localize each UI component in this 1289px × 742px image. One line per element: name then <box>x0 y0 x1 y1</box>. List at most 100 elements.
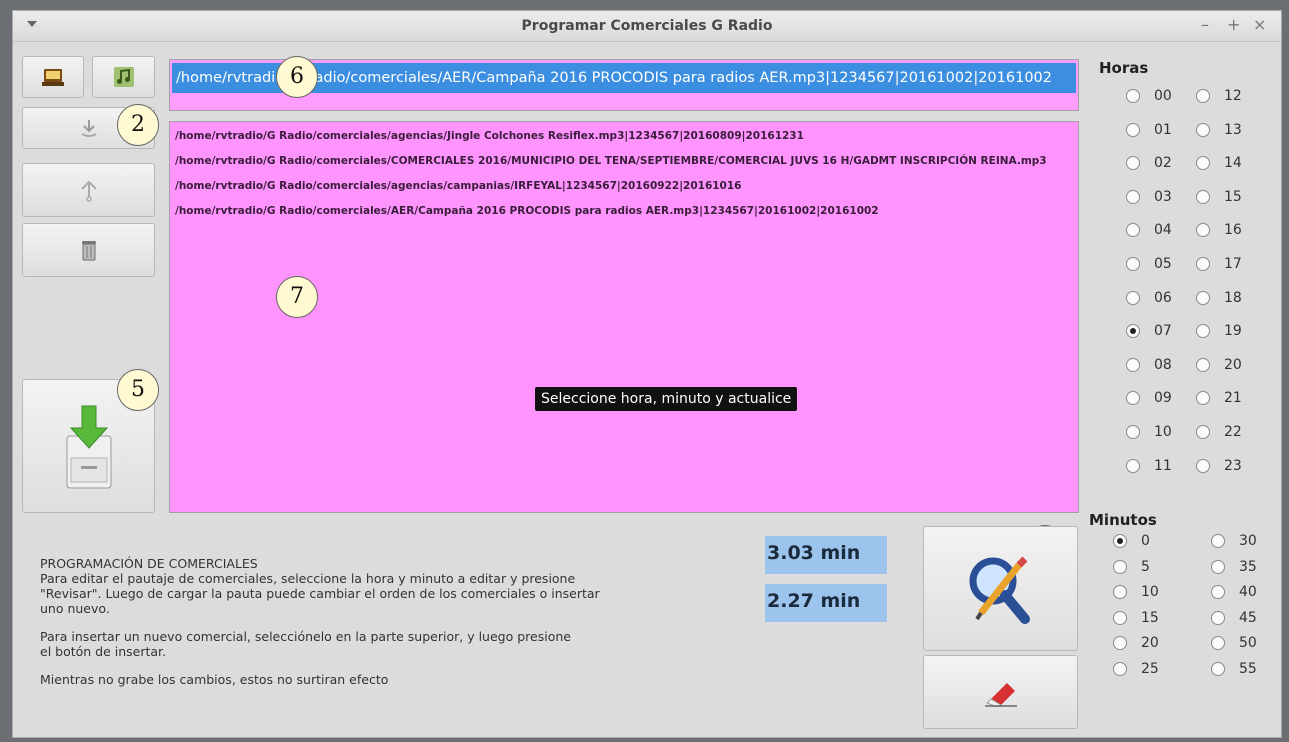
hour-radio-16[interactable]: 16 <box>1196 222 1242 238</box>
radio-indicator[interactable] <box>1113 585 1127 599</box>
hour-radio-18[interactable]: 18 <box>1196 290 1242 306</box>
radio-indicator[interactable] <box>1126 122 1140 137</box>
radio-indicator[interactable] <box>1113 534 1127 548</box>
radio-indicator[interactable] <box>1126 290 1140 305</box>
hour-radio-09[interactable]: 09 <box>1126 390 1172 406</box>
radio-indicator[interactable] <box>1196 122 1210 137</box>
radio-indicator[interactable] <box>1113 661 1127 676</box>
hour-radio-12[interactable]: 12 <box>1196 88 1242 104</box>
clear-button[interactable] <box>923 655 1078 729</box>
hour-radio-10[interactable]: 10 <box>1126 424 1172 440</box>
radio-indicator[interactable] <box>1196 425 1210 439</box>
radio-indicator[interactable] <box>1211 559 1225 574</box>
radio-indicator[interactable] <box>1211 610 1225 625</box>
radio-indicator[interactable] <box>1126 425 1140 439</box>
radio-label: 30 <box>1239 533 1257 549</box>
hour-radio-13[interactable]: 13 <box>1196 122 1242 138</box>
radio-indicator[interactable] <box>1196 391 1210 406</box>
minute-radio-35[interactable]: 35 <box>1211 559 1257 575</box>
radio-indicator[interactable] <box>1196 357 1210 372</box>
hour-radio-21[interactable]: 21 <box>1196 390 1242 406</box>
radio-indicator[interactable] <box>1211 661 1225 676</box>
delete-button[interactable] <box>22 223 155 277</box>
radio-indicator[interactable] <box>1196 257 1210 271</box>
radio-label: 04 <box>1154 222 1172 239</box>
music-file-button[interactable] <box>92 56 155 98</box>
radio-indicator[interactable] <box>1126 357 1140 372</box>
radio-indicator[interactable] <box>1196 189 1210 204</box>
open-folder-button[interactable] <box>22 56 84 98</box>
hour-radio-01[interactable]: 01 <box>1126 122 1172 138</box>
schedule-list[interactable]: /home/rvtradio/G Radio/comerciales/agenc… <box>169 121 1079 513</box>
radio-indicator[interactable] <box>1196 324 1210 339</box>
hour-radio-06[interactable]: 06 <box>1126 290 1172 306</box>
minute-radio-5[interactable]: 5 <box>1113 559 1150 575</box>
minute-radio-25[interactable]: 25 <box>1113 661 1159 677</box>
hour-radio-22[interactable]: 22 <box>1196 424 1242 440</box>
move-up-button[interactable] <box>22 163 155 217</box>
radio-indicator[interactable] <box>1113 610 1127 625</box>
hour-radio-15[interactable]: 15 <box>1196 189 1242 205</box>
radio-indicator[interactable] <box>1211 585 1225 599</box>
radio-indicator[interactable] <box>1196 458 1210 473</box>
minute-radio-20[interactable]: 20 <box>1113 635 1159 651</box>
radio-indicator[interactable] <box>1126 189 1140 204</box>
hour-radio-14[interactable]: 14 <box>1196 155 1242 171</box>
hour-radio-03[interactable]: 03 <box>1126 189 1172 205</box>
list-item[interactable]: /home/rvtradio/G Radio/comerciales/agenc… <box>170 124 1078 149</box>
hour-radio-20[interactable]: 20 <box>1196 357 1242 373</box>
radio-indicator[interactable] <box>1126 223 1140 238</box>
instructions-paragraph-3: Mientras no grabe los cambios, estos no … <box>40 672 389 687</box>
radio-indicator[interactable] <box>1211 636 1225 650</box>
radio-indicator[interactable] <box>1126 391 1140 406</box>
minute-radio-40[interactable]: 40 <box>1211 584 1257 600</box>
minute-radio-45[interactable]: 45 <box>1211 610 1257 626</box>
radio-label: 21 <box>1224 390 1242 407</box>
radio-indicator[interactable] <box>1196 290 1210 305</box>
hour-radio-00[interactable]: 00 <box>1126 88 1172 104</box>
list-item[interactable]: /home/rvtradio/G Radio/comerciales/COMER… <box>170 149 1078 174</box>
callout-7: 7 <box>276 276 318 318</box>
hour-radio-08[interactable]: 08 <box>1126 357 1172 373</box>
radio-label: 14 <box>1224 155 1242 172</box>
move-up-icon <box>80 180 97 202</box>
minute-radio-15[interactable]: 15 <box>1113 610 1159 626</box>
radio-label: 13 <box>1224 121 1242 138</box>
radio-indicator[interactable] <box>1126 324 1140 339</box>
instructions-title: PROGRAMACIÓN DE COMERCIALES <box>40 556 258 571</box>
hour-radio-02[interactable]: 02 <box>1126 155 1172 171</box>
radio-label: 12 <box>1224 88 1242 104</box>
music-note-icon <box>113 67 134 87</box>
radio-indicator[interactable] <box>1211 534 1225 548</box>
radio-indicator[interactable] <box>1196 223 1210 238</box>
radio-indicator[interactable] <box>1126 257 1140 271</box>
radio-indicator[interactable] <box>1196 89 1210 103</box>
hour-radio-07[interactable]: 07 <box>1126 323 1172 339</box>
radio-label: 40 <box>1239 584 1257 600</box>
radio-indicator[interactable] <box>1126 458 1140 473</box>
hour-radio-05[interactable]: 05 <box>1126 256 1172 272</box>
radio-label: 18 <box>1224 289 1242 306</box>
radio-indicator[interactable] <box>1113 559 1127 574</box>
hour-radio-04[interactable]: 04 <box>1126 222 1172 238</box>
radio-indicator[interactable] <box>1126 156 1140 171</box>
minimize-button[interactable]: – <box>1201 15 1209 34</box>
radio-label: 15 <box>1224 188 1242 205</box>
maximize-button[interactable]: + <box>1227 15 1240 34</box>
list-item[interactable]: /home/rvtradio/G Radio/comerciales/AER/C… <box>170 199 1078 224</box>
minute-radio-55[interactable]: 55 <box>1211 661 1257 677</box>
minute-radio-30[interactable]: 30 <box>1211 533 1257 549</box>
radio-indicator[interactable] <box>1126 89 1140 103</box>
list-item[interactable]: /home/rvtradio/G Radio/comerciales/agenc… <box>170 174 1078 199</box>
minute-radio-10[interactable]: 10 <box>1113 584 1159 600</box>
minute-radio-50[interactable]: 50 <box>1211 635 1257 651</box>
close-button[interactable]: × <box>1253 15 1266 34</box>
radio-indicator[interactable] <box>1196 156 1210 171</box>
hour-radio-23[interactable]: 23 <box>1196 458 1242 474</box>
review-button[interactable] <box>923 526 1078 651</box>
hour-radio-17[interactable]: 17 <box>1196 256 1242 272</box>
hour-radio-19[interactable]: 19 <box>1196 323 1242 339</box>
minute-radio-0[interactable]: 0 <box>1113 533 1150 549</box>
hour-radio-11[interactable]: 11 <box>1126 458 1172 474</box>
radio-indicator[interactable] <box>1113 636 1127 650</box>
